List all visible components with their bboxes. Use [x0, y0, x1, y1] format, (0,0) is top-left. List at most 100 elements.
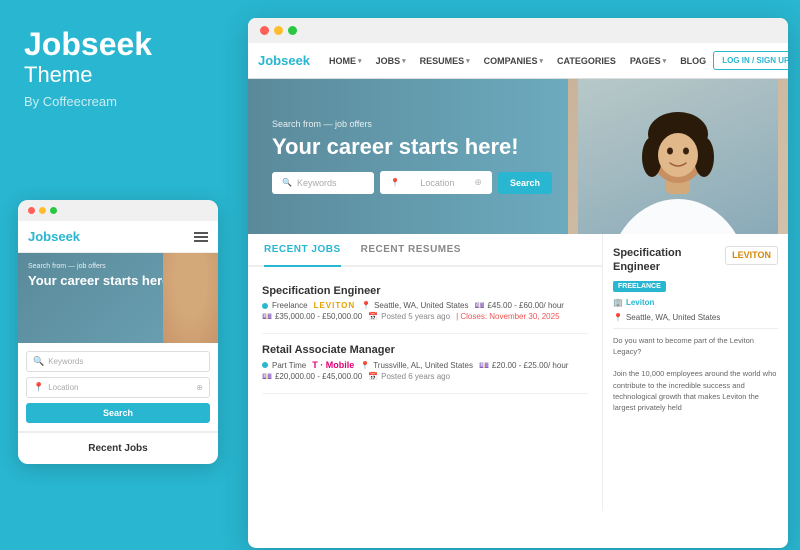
detail-job-title: Specification Engineer	[613, 246, 725, 275]
location-pin-icon: 📍	[360, 361, 370, 370]
leviton-logo-inline: LEVITON	[314, 301, 356, 310]
hamburger-icon[interactable]	[194, 232, 208, 242]
login-button[interactable]: LOG IN / SIGN UP	[713, 51, 788, 70]
job-location-tag: 📍 Trussville, AL, United States	[360, 360, 473, 370]
salary-icon: 💷	[479, 361, 489, 370]
hero-sub-text: Search from — job offers	[272, 119, 552, 129]
job-listings: Specification Engineer Freelance LEVITON…	[248, 267, 602, 402]
job-posted-tag: 📅 Posted 5 years ago	[368, 312, 450, 321]
brand-title: Jobseek	[24, 28, 224, 60]
browser-window: Jobseek HOME ▾ JOBS ▾ RESUMES ▾ COMPANIE…	[248, 18, 788, 548]
company-icon: 🏢	[613, 298, 623, 307]
job-meta-row-2: 💷 £35,000.00 - £50,000.00 📅 Posted 5 yea…	[262, 312, 588, 321]
job-salary-tag: 💷 £20.00 - £25.00/ hour	[479, 360, 568, 370]
job-type-tag: Freelance	[262, 301, 308, 310]
type-dot-icon	[262, 303, 268, 309]
mobile-location-input[interactable]: 📍 Location ⊕	[26, 377, 210, 398]
mobile-dot-red	[28, 207, 35, 214]
job-salary-range-tag: 💷 £20,000.00 - £45,000.00	[262, 372, 362, 381]
mobile-search-area: 🔍 Keywords 📍 Location ⊕ Search	[18, 343, 218, 431]
nav-pages[interactable]: PAGES ▾	[623, 43, 673, 79]
job-salary-range-tag: 💷 £35,000.00 - £50,000.00	[262, 312, 362, 321]
nav-jobs[interactable]: JOBS ▾	[369, 43, 413, 79]
hero-text-area: Search from — job offers Your career sta…	[272, 119, 552, 194]
browser-dots-bar	[248, 18, 788, 43]
browser-dot-red	[260, 26, 269, 35]
leviton-logo: LEVITON	[725, 246, 778, 265]
nav-home[interactable]: HOME ▾	[322, 43, 369, 79]
mobile-nav-brand: Jobseek	[28, 229, 80, 244]
nav-blog[interactable]: BLOG	[673, 43, 713, 79]
tabs-header: RECENT JOBS RECENT RESUMES	[248, 234, 602, 267]
mobile-mockup: Jobseek Search from — job offers Your ca…	[18, 200, 218, 464]
mobile-dot-yellow	[39, 207, 46, 214]
browser-navbar: Jobseek HOME ▾ JOBS ▾ RESUMES ▾ COMPANIE…	[248, 43, 788, 79]
hero-person-figure	[578, 79, 778, 234]
browser-dot-green	[288, 26, 297, 35]
mobile-search-button[interactable]: Search	[26, 403, 210, 423]
hero-keywords-input[interactable]: 🔍 Keywords	[272, 172, 374, 194]
hero-person-photo	[163, 253, 218, 343]
nav-companies[interactable]: COMPANIES ▾	[477, 43, 550, 79]
location-pin-icon: 📍	[613, 313, 623, 322]
job-location-tag: 📍 Seattle, WA, United States	[361, 301, 468, 310]
browser-dot-yellow	[274, 26, 283, 35]
salary-range-icon: 💷	[262, 312, 272, 321]
hero-title: Your career starts here!	[272, 134, 552, 159]
job-type-tag: Part Time	[262, 360, 306, 370]
location-crosshair-icon: ⊕	[196, 383, 203, 392]
detail-description: Do you want to become part of the Levito…	[613, 335, 778, 414]
chevron-down-icon: ▾	[466, 57, 470, 65]
location-icon: 📍	[33, 382, 44, 393]
crosshair-icon: ⊕	[474, 177, 482, 188]
tab-recent-resumes[interactable]: RECENT RESUMES	[361, 234, 461, 267]
detail-company: 🏢 Leviton	[613, 298, 778, 307]
leviton-brand-text: LEVITON	[732, 250, 771, 260]
job-item: Specification Engineer Freelance LEVITON…	[262, 275, 588, 334]
search-icon: 🔍	[33, 356, 44, 367]
freelance-badge: FREELANCE	[613, 281, 666, 292]
main-content: RECENT JOBS RECENT RESUMES Specification…	[248, 234, 603, 511]
calendar-icon: 📅	[368, 312, 378, 321]
mobile-hero: Search from — job offers Your career sta…	[18, 253, 218, 343]
chevron-down-icon: ▾	[663, 57, 667, 65]
mobile-dot-green	[50, 207, 57, 214]
left-panel: Jobseek Theme By Coffeecream Jobseek Sea…	[0, 0, 248, 550]
nav-links: HOME ▾ JOBS ▾ RESUMES ▾ COMPANIES ▾ CATE…	[322, 43, 713, 79]
job-item: Retail Associate Manager Part Time T · M…	[262, 334, 588, 394]
chevron-down-icon: ▾	[402, 57, 406, 65]
tab-recent-jobs[interactable]: RECENT JOBS	[264, 234, 341, 267]
job-meta-row-2: 💷 £20,000.00 - £45,000.00 📅 Posted 6 yea…	[262, 372, 588, 381]
salary-icon: 💷	[475, 301, 485, 310]
mobile-dots-bar	[18, 200, 218, 221]
nav-brand: Jobseek	[258, 53, 310, 68]
salary-range-icon: 💷	[262, 372, 272, 381]
hero-section: Search from — job offers Your career sta…	[248, 79, 788, 234]
hero-person-svg	[578, 79, 778, 234]
job-company-tag: T · Mobile	[312, 360, 354, 370]
nav-resumes[interactable]: RESUMES ▾	[413, 43, 477, 79]
tmobile-logo-inline: T · Mobile	[312, 360, 354, 370]
chevron-down-icon: ▾	[358, 57, 362, 65]
nav-categories[interactable]: CATEGORIES	[550, 43, 623, 79]
type-dot-icon	[262, 362, 268, 368]
brand-subtitle: Theme	[24, 62, 224, 88]
job-meta-row-1: Part Time T · Mobile 📍 Trussville, AL, U…	[262, 360, 588, 370]
search-icon: 🔍	[282, 178, 292, 187]
job-title[interactable]: Retail Associate Manager	[262, 344, 588, 356]
job-title[interactable]: Specification Engineer	[262, 285, 588, 297]
job-meta-row-1: Freelance LEVITON 📍 Seattle, WA, United …	[262, 301, 588, 310]
brand-by: By Coffeecream	[24, 94, 224, 109]
chevron-down-icon: ▾	[539, 57, 543, 65]
mobile-keywords-input[interactable]: 🔍 Keywords	[26, 351, 210, 372]
hero-search-button[interactable]: Search	[498, 172, 552, 194]
job-closes-tag: | Closes: November 30, 2025	[456, 312, 559, 321]
hero-location-input[interactable]: 📍 Location ⊕	[380, 171, 492, 194]
mobile-recent-jobs-label: Recent Jobs	[18, 431, 218, 464]
job-posted-tag: 📅 Posted 6 years ago	[368, 372, 450, 381]
mobile-hero-image	[163, 253, 218, 343]
detail-divider	[613, 328, 778, 329]
content-area: RECENT JOBS RECENT RESUMES Specification…	[248, 234, 788, 511]
detail-job-info: Specification Engineer FREELANCE	[613, 246, 725, 293]
hero-search-row: 🔍 Keywords 📍 Location ⊕ Search	[272, 171, 552, 194]
